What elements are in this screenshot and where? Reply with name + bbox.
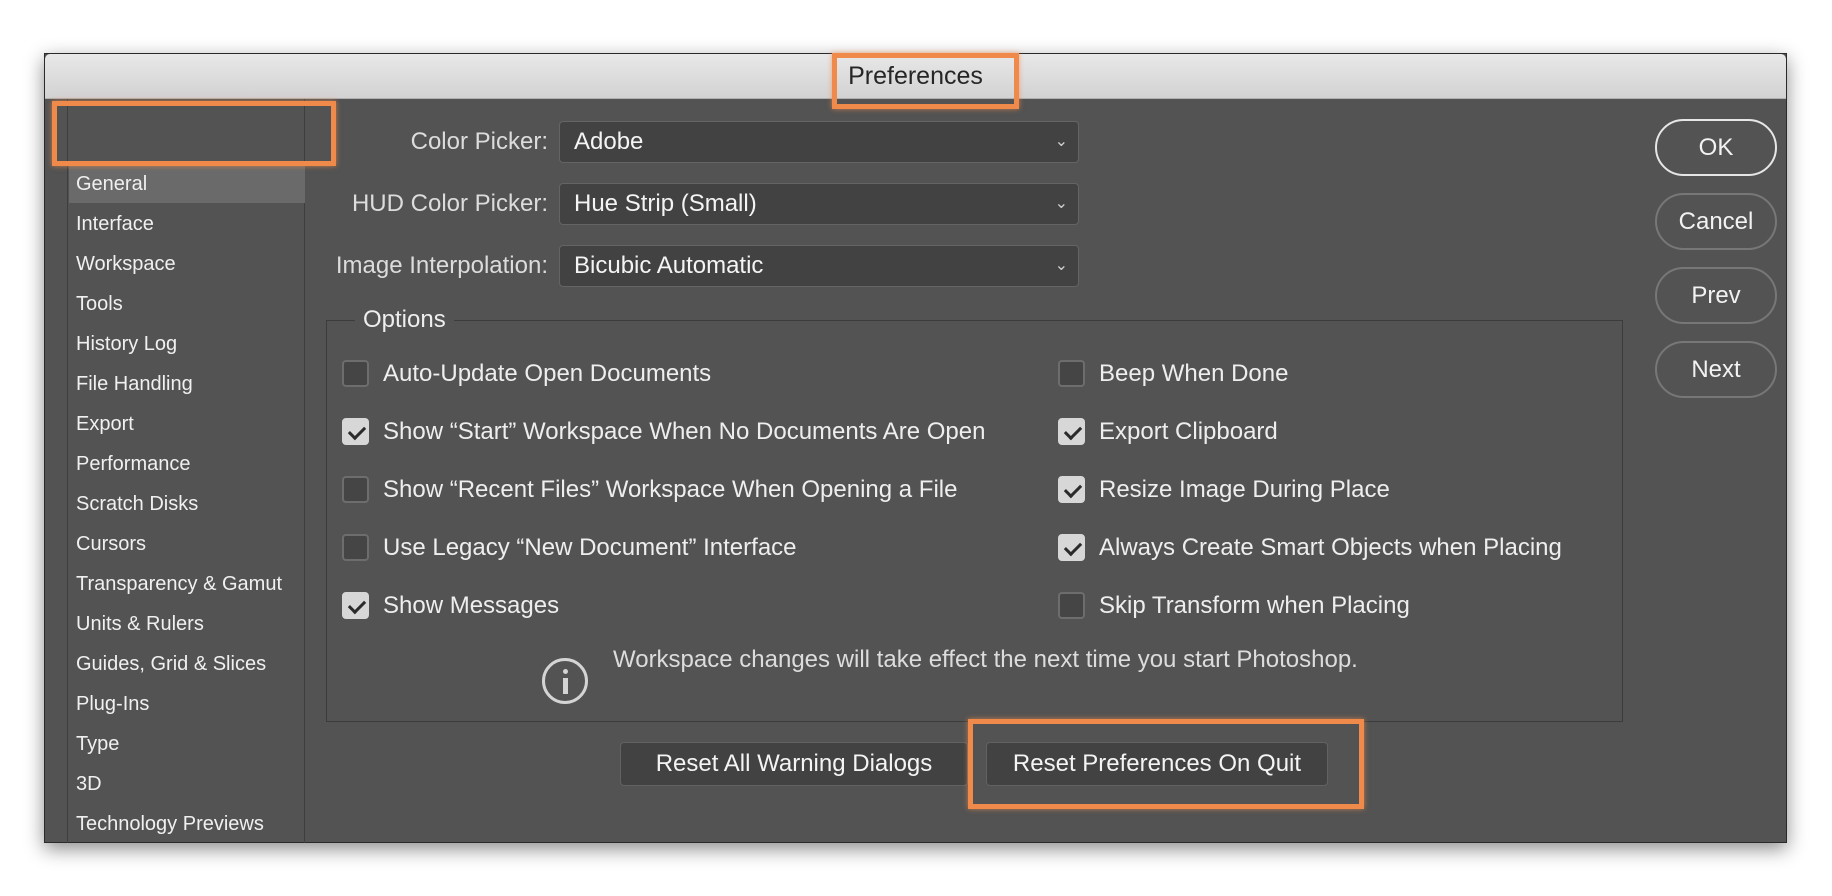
options-title: Options xyxy=(355,303,454,337)
checkmark-icon xyxy=(1058,534,1085,561)
next-button[interactable]: Next xyxy=(1655,341,1777,398)
color-picker-label: Color Picker: xyxy=(410,128,548,155)
chevron-down-icon: ⌄ xyxy=(1054,133,1068,150)
info-message: Workspace changes will take effect the n… xyxy=(613,646,1358,673)
color-picker-select[interactable]: Adobe ⌄ xyxy=(559,121,1079,163)
color-picker-value: Adobe xyxy=(574,128,644,155)
sidebar-item-file-handling[interactable]: File Handling xyxy=(69,365,305,403)
sidebar-item-performance[interactable]: Performance xyxy=(69,445,305,483)
prev-button[interactable]: Prev xyxy=(1655,267,1777,324)
sidebar-item-type[interactable]: Type xyxy=(69,725,305,763)
sidebar-item-general[interactable]: General xyxy=(69,165,305,203)
sidebar-item-history-log[interactable]: History Log xyxy=(69,325,305,363)
sidebar: General Interface Workspace Tools Histor… xyxy=(67,99,305,843)
sidebar-item-guides-grid-slices[interactable]: Guides, Grid & Slices xyxy=(69,645,305,683)
sidebar-item-workspace[interactable]: Workspace xyxy=(69,245,305,283)
sidebar-item-cursors[interactable]: Cursors xyxy=(69,525,305,563)
checkmark-icon xyxy=(342,592,369,619)
checkbox-icon xyxy=(342,534,369,561)
checkmark-icon xyxy=(1058,418,1085,445)
sidebar-item-tools[interactable]: Tools xyxy=(69,285,305,323)
checkmark-icon xyxy=(1058,476,1085,503)
preferences-dialog: Preferences General Interface Workspace … xyxy=(44,53,1787,843)
image-interpolation-label: Image Interpolation: xyxy=(335,252,548,279)
sidebar-item-3d[interactable]: 3D xyxy=(69,765,305,803)
image-interpolation-value: Bicubic Automatic xyxy=(574,252,764,279)
window-title: Preferences xyxy=(848,62,983,90)
chevron-down-icon: ⌄ xyxy=(1054,257,1068,274)
checkbox-icon xyxy=(1058,360,1085,387)
sidebar-item-export[interactable]: Export xyxy=(69,405,305,443)
checkmark-icon xyxy=(342,418,369,445)
title-bar: Preferences xyxy=(45,54,1786,99)
sidebar-item-interface[interactable]: Interface xyxy=(69,205,305,243)
info-icon-bar xyxy=(563,678,568,694)
sidebar-item-scratch-disks[interactable]: Scratch Disks xyxy=(69,485,305,523)
sidebar-item-transparency-gamut[interactable]: Transparency & Gamut xyxy=(69,565,305,603)
ok-button[interactable]: OK xyxy=(1655,119,1777,176)
checkbox-icon xyxy=(1058,592,1085,619)
checkbox-icon xyxy=(342,476,369,503)
sidebar-item-technology-previews[interactable]: Technology Previews xyxy=(69,805,305,843)
info-icon-dot xyxy=(563,669,568,674)
reset-preferences-on-quit-button[interactable]: Reset Preferences On Quit xyxy=(986,742,1328,786)
hud-color-picker-label: HUD Color Picker: xyxy=(351,190,548,217)
chevron-down-icon: ⌄ xyxy=(1054,195,1068,212)
checkbox-icon xyxy=(342,360,369,387)
reset-all-warning-dialogs-button[interactable]: Reset All Warning Dialogs xyxy=(620,742,968,786)
sidebar-item-units-rulers[interactable]: Units & Rulers xyxy=(69,605,305,643)
info-icon xyxy=(542,658,588,704)
hud-color-picker-value: Hue Strip (Small) xyxy=(574,190,757,217)
image-interpolation-select[interactable]: Bicubic Automatic ⌄ xyxy=(559,245,1079,287)
sidebar-item-plug-ins[interactable]: Plug-Ins xyxy=(69,685,305,723)
hud-color-picker-select[interactable]: Hue Strip (Small) ⌄ xyxy=(559,183,1079,225)
cancel-button[interactable]: Cancel xyxy=(1655,193,1777,250)
